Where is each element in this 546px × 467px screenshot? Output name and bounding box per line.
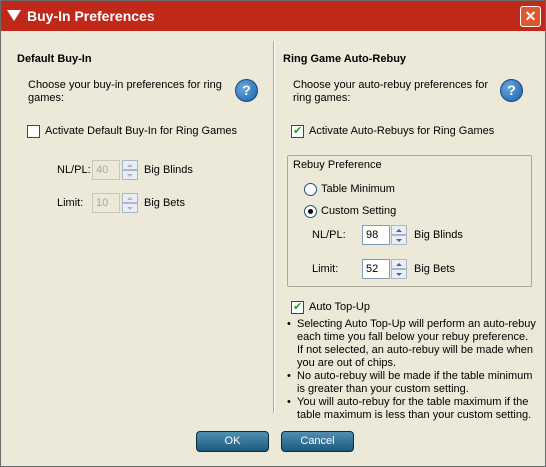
left-limit-spinner[interactable] (122, 193, 138, 213)
spin-up-icon[interactable] (122, 160, 138, 170)
buy-in-preferences-dialog: Buy-In Preferences ✕ Default Buy-In Choo… (0, 0, 546, 467)
right-nlpl-label: NL/PL: (312, 229, 346, 241)
title-bar[interactable]: Buy-In Preferences ✕ (1, 1, 545, 31)
auto-rebuy-description: Choose your auto-rebuy preferences for r… (293, 79, 489, 104)
cancel-button[interactable]: Cancel (281, 431, 354, 452)
spin-up-icon[interactable] (391, 225, 407, 235)
right-nlpl-input[interactable] (362, 225, 390, 245)
spin-down-icon[interactable] (391, 235, 407, 245)
default-buy-in-description: Choose your buy-in preferences for ring … (28, 79, 222, 104)
note-item: You will auto-rebuy for the table maximu… (287, 396, 537, 422)
default-buy-in-heading: Default Buy-In (17, 53, 92, 65)
left-nlpl-spinner[interactable] (122, 160, 138, 180)
auto-top-up-label: Auto Top-Up (309, 301, 370, 313)
table-minimum-label: Table Minimum (321, 183, 395, 195)
right-limit-input[interactable] (362, 259, 390, 279)
left-nlpl-unit: Big Blinds (144, 164, 193, 176)
note-item: Selecting Auto Top-Up will perform an au… (287, 318, 537, 370)
right-limit-label: Limit: (312, 263, 339, 275)
left-nlpl-input[interactable] (92, 160, 120, 180)
custom-setting-label: Custom Setting (321, 205, 397, 217)
left-limit-unit: Big Bets (144, 197, 185, 209)
left-limit-label: Limit: (57, 197, 84, 209)
table-minimum-radio[interactable] (304, 183, 317, 196)
ok-button[interactable]: OK (196, 431, 269, 452)
window-title: Buy-In Preferences (27, 8, 155, 24)
spin-down-icon[interactable] (391, 269, 407, 279)
activate-default-buy-in-checkbox[interactable] (27, 125, 40, 138)
section-divider (273, 41, 275, 413)
left-limit-input[interactable] (92, 193, 120, 213)
auto-rebuy-notes: Selecting Auto Top-Up will perform an au… (287, 318, 537, 422)
auto-rebuy-heading: Ring Game Auto-Rebuy (283, 53, 407, 65)
spin-up-icon[interactable] (122, 193, 138, 203)
note-item: No auto-rebuy will be made if the table … (287, 370, 537, 396)
spin-down-icon[interactable] (122, 203, 138, 213)
help-icon[interactable]: ? (500, 79, 523, 102)
right-nlpl-unit: Big Blinds (414, 229, 463, 241)
spin-down-icon[interactable] (122, 170, 138, 180)
right-nlpl-spinner[interactable] (391, 225, 407, 245)
right-limit-spinner[interactable] (391, 259, 407, 279)
help-icon[interactable]: ? (235, 79, 258, 102)
activate-auto-rebuy-checkbox[interactable] (291, 124, 304, 138)
left-nlpl-label: NL/PL: (57, 164, 91, 176)
auto-top-up-checkbox[interactable] (291, 300, 304, 314)
custom-setting-radio[interactable] (304, 205, 317, 218)
activate-default-buy-in-label: Activate Default Buy-In for Ring Games (45, 125, 237, 137)
close-button[interactable]: ✕ (520, 6, 541, 27)
right-limit-unit: Big Bets (414, 263, 455, 275)
spin-up-icon[interactable] (391, 259, 407, 269)
activate-auto-rebuy-label: Activate Auto-Rebuys for Ring Games (309, 125, 495, 137)
dropdown-triangle-icon[interactable] (7, 10, 21, 21)
rebuy-preference-title: Rebuy Preference (293, 159, 382, 171)
